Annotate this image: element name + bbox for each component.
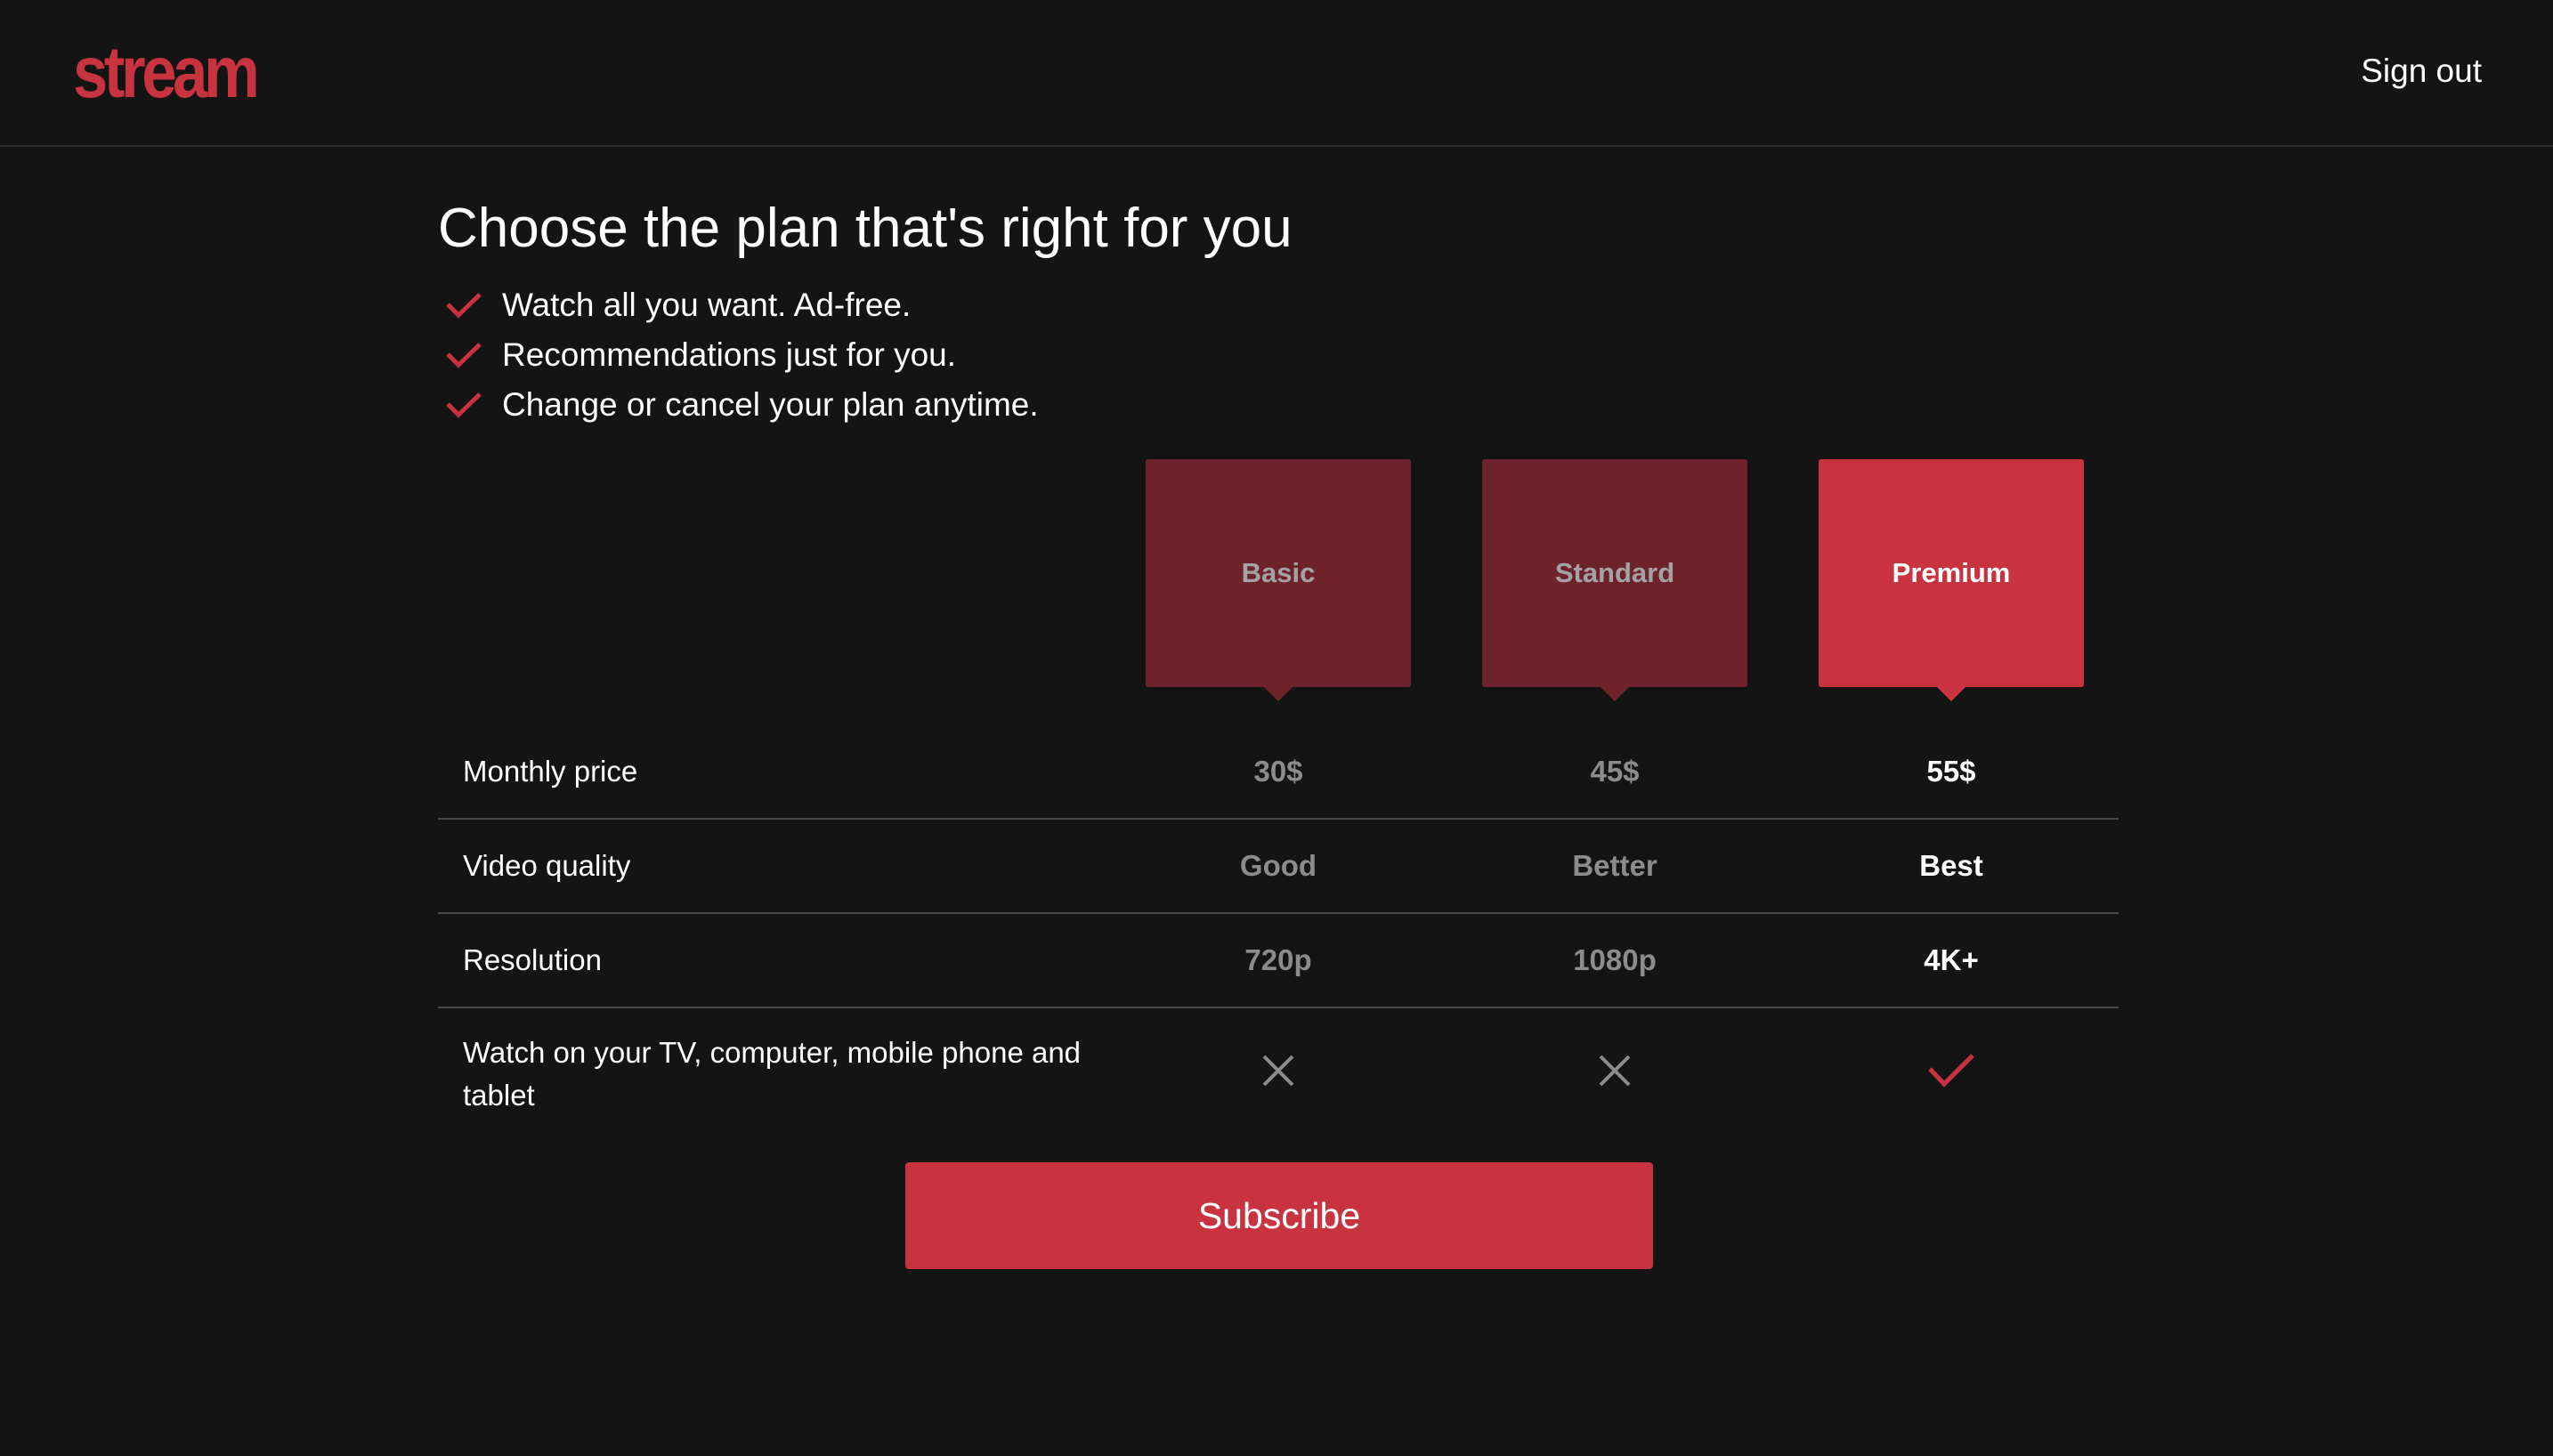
page-title: Choose the plan that's right for you <box>438 198 1293 259</box>
table-row: Video quality Good Better Best <box>438 820 2119 914</box>
plan-card-premium[interactable]: Premium <box>1819 459 2084 701</box>
table-cell: Best <box>1919 849 1983 882</box>
table-cell: 4K+ <box>1924 943 1979 976</box>
plan-cards: Basic Standard Premium <box>438 459 2119 708</box>
feature-item: Recommendations just for you. <box>438 330 1039 380</box>
feature-item: Watch all you want. Ad-free. <box>438 280 1039 330</box>
row-label: Watch on your TV, computer, mobile phone… <box>463 1036 1082 1112</box>
table-cell: Better <box>1572 849 1657 882</box>
feature-text: Change or cancel your plan anytime. <box>502 386 1039 423</box>
plan-card-basic[interactable]: Basic <box>1146 459 1411 701</box>
plan-name: Standard <box>1554 557 1675 588</box>
table-cell <box>1819 1026 2084 1115</box>
top-navbar: stream Sign out <box>0 0 2553 147</box>
feature-item: Change or cancel your plan anytime. <box>438 380 1039 430</box>
feature-text: Recommendations just for you. <box>502 336 957 373</box>
row-label: Video quality <box>463 849 631 882</box>
row-label: Resolution <box>463 943 602 976</box>
x-icon <box>1599 1055 1631 1087</box>
check-icon <box>1928 1054 1974 1088</box>
table-cell: 45$ <box>1590 755 1640 788</box>
check-icon <box>446 392 482 418</box>
table-row: Monthly price 30$ 45$ 55$ <box>438 725 2119 820</box>
feature-list: Watch all you want. Ad-free. Recommendat… <box>438 280 1039 430</box>
table-row: Resolution 720p 1080p 4K+ <box>438 914 2119 1008</box>
table-cell: 55$ <box>1926 755 1976 788</box>
table-cell: 1080p <box>1573 943 1657 976</box>
sign-out-link[interactable]: Sign out <box>2361 50 2482 93</box>
plan-name: Basic <box>1241 557 1316 588</box>
table-row: Watch on your TV, computer, mobile phone… <box>438 1008 2119 1144</box>
table-cell <box>1146 1026 1411 1115</box>
table-cell: Good <box>1239 849 1317 882</box>
plan-card-standard[interactable]: Standard <box>1482 459 1747 701</box>
plan-comparison-table: Monthly price 30$ 45$ 55$ Video quality … <box>438 725 2119 1144</box>
table-cell: 720p <box>1244 943 1312 976</box>
stream-logo[interactable]: stream <box>73 28 260 117</box>
row-label: Monthly price <box>463 755 638 788</box>
check-icon <box>446 343 482 368</box>
table-cell: 30$ <box>1253 755 1303 788</box>
table-cell <box>1482 1026 1747 1115</box>
x-icon <box>1262 1055 1294 1087</box>
subscribe-button[interactable]: Subscribe <box>905 1162 1653 1269</box>
feature-text: Watch all you want. Ad-free. <box>502 287 912 323</box>
check-icon <box>446 293 482 319</box>
plan-name: Premium <box>1892 557 2011 588</box>
